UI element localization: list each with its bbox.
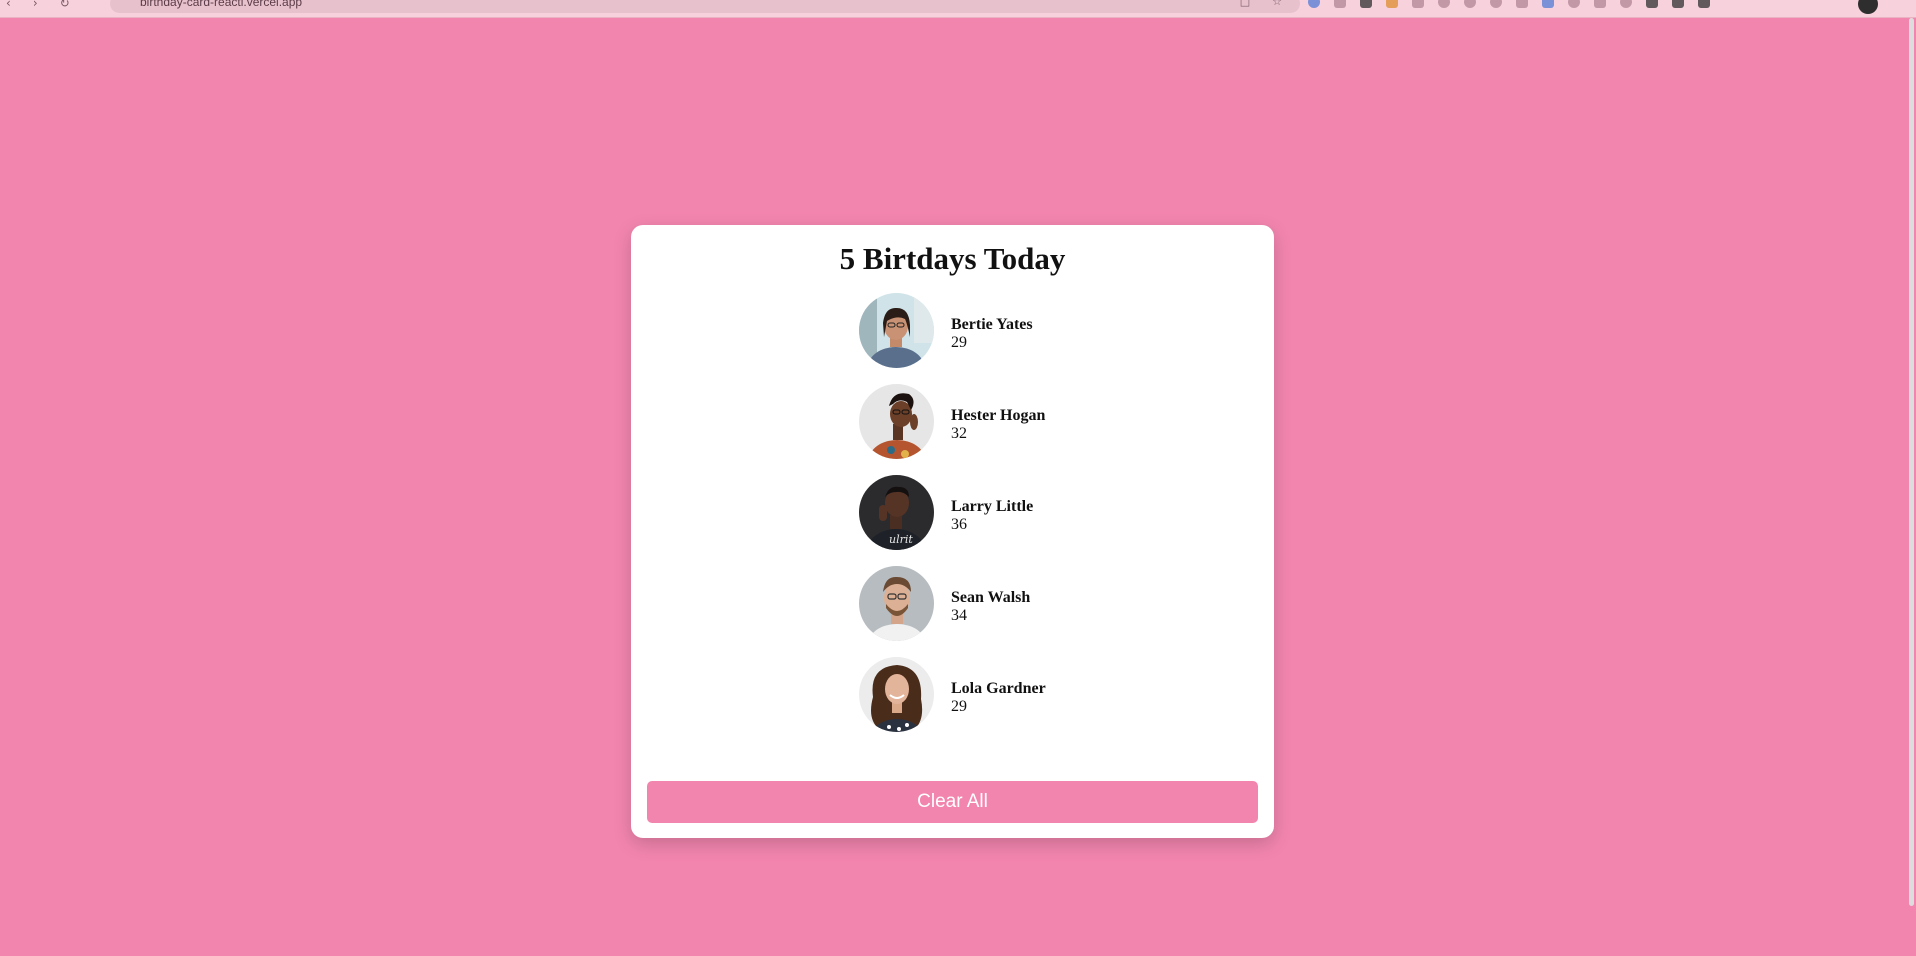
- extension-icon[interactable]: [1412, 0, 1424, 8]
- birthday-list: Bertie Yates 29 Hester Hogan 32 ulrit La…: [859, 293, 1159, 748]
- extension-icon[interactable]: [1464, 0, 1476, 8]
- side-panel-icon[interactable]: [1698, 0, 1710, 8]
- person-age: 29: [951, 334, 967, 351]
- bookmark-star-icon[interactable]: ☆: [1272, 0, 1282, 10]
- person-age: 34: [951, 607, 967, 624]
- avatar: [859, 566, 934, 641]
- extension-icon[interactable]: [1568, 0, 1580, 8]
- address-bar[interactable]: birthday-card-reacti.vercel.app □ ☆: [110, 0, 1300, 13]
- person-name: Larry Little: [951, 498, 1034, 515]
- browser-nav: ‹ › ↻: [6, 0, 70, 10]
- person-name: Sean Walsh: [951, 589, 1031, 606]
- svg-text:ulrit: ulrit: [889, 533, 913, 546]
- reload-icon[interactable]: ↻: [60, 0, 70, 10]
- list-item: Lola Gardner 29: [859, 657, 1159, 748]
- extension-icon[interactable]: [1490, 0, 1502, 8]
- back-icon[interactable]: ‹: [6, 0, 11, 10]
- extension-icon[interactable]: [1334, 0, 1346, 8]
- list-item: ulrit Larry Little 36: [859, 475, 1159, 566]
- extension-icon[interactable]: [1646, 0, 1658, 8]
- extension-icon[interactable]: [1516, 0, 1528, 8]
- avatar: [859, 384, 934, 459]
- share-icon[interactable]: □: [1240, 0, 1250, 10]
- profile-avatar-icon[interactable]: [1858, 0, 1878, 14]
- avatar: ulrit: [859, 475, 934, 550]
- person-name: Lola Gardner: [951, 680, 1046, 697]
- extension-icon[interactable]: [1360, 0, 1372, 8]
- avatar: [859, 657, 934, 732]
- person-age: 36: [951, 516, 967, 533]
- browser-toolbar: ‹ › ↻ birthday-card-reacti.vercel.app □ …: [0, 0, 1916, 18]
- extension-icon[interactable]: [1542, 0, 1554, 8]
- url-text: birthday-card-reacti.vercel.app: [140, 0, 303, 9]
- list-item: Sean Walsh 34: [859, 566, 1159, 657]
- extension-icon[interactable]: [1438, 0, 1450, 8]
- list-item: Bertie Yates 29: [859, 293, 1159, 384]
- extension-icon[interactable]: [1594, 0, 1606, 8]
- person-name: Hester Hogan: [951, 407, 1046, 424]
- clear-all-button[interactable]: Clear All: [647, 781, 1258, 823]
- person-name: Bertie Yates: [951, 316, 1033, 333]
- extension-icon[interactable]: [1386, 0, 1398, 8]
- avatar: [859, 293, 934, 368]
- extensions-tray: [1308, 0, 1710, 9]
- scrollbar-thumb[interactable]: [1909, 18, 1914, 906]
- person-age: 29: [951, 698, 967, 715]
- puzzle-icon[interactable]: [1672, 0, 1684, 8]
- card-title: 5 Birtdays Today: [839, 241, 1066, 276]
- birthday-card: 5 Birtdays Today Bertie Yates 29 Hester …: [631, 225, 1274, 838]
- extension-icon[interactable]: [1308, 0, 1320, 8]
- person-age: 32: [951, 425, 967, 442]
- list-item: Hester Hogan 32: [859, 384, 1159, 475]
- forward-icon[interactable]: ›: [33, 0, 38, 10]
- extension-icon[interactable]: [1620, 0, 1632, 8]
